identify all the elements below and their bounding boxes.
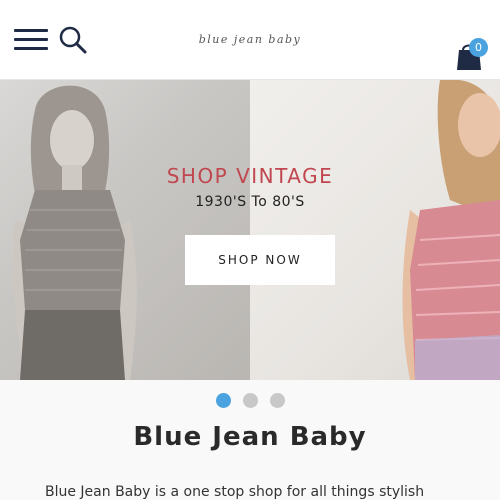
slider-dot-3[interactable] — [270, 393, 285, 408]
section-heading: Blue Jean Baby — [133, 422, 367, 452]
intro-text: Blue Jean Baby is a one stop shop for al… — [45, 484, 425, 500]
shop-now-button[interactable]: SHOP NOW — [185, 235, 335, 285]
hero-banner: SHOP VINTAGE 1930'S To 80'S SHOP NOW — [0, 80, 500, 380]
slider-pagination — [0, 380, 500, 420]
site-logo[interactable]: blue jean baby — [195, 28, 305, 52]
hero-photo-right — [250, 80, 500, 380]
cart-count-badge: 0 — [469, 38, 488, 57]
search-icon[interactable] — [58, 25, 88, 55]
intro-section: Blue Jean Baby Blue Jean Baby is a one s… — [0, 420, 500, 500]
hero-photo-left — [0, 80, 250, 380]
slider-dot-2[interactable] — [243, 393, 258, 408]
slider-dot-1[interactable] — [216, 393, 231, 408]
site-header: blue jean baby 0 — [0, 0, 500, 80]
hero-title: SHOP VINTAGE — [166, 164, 334, 188]
menu-line — [14, 29, 48, 32]
model-figure — [13, 85, 137, 380]
hero-subtitle: 1930'S To 80'S — [195, 194, 305, 210]
menu-line — [14, 47, 48, 50]
model-figure — [402, 80, 500, 380]
hamburger-menu-icon[interactable] — [14, 27, 48, 53]
menu-line — [14, 38, 48, 41]
